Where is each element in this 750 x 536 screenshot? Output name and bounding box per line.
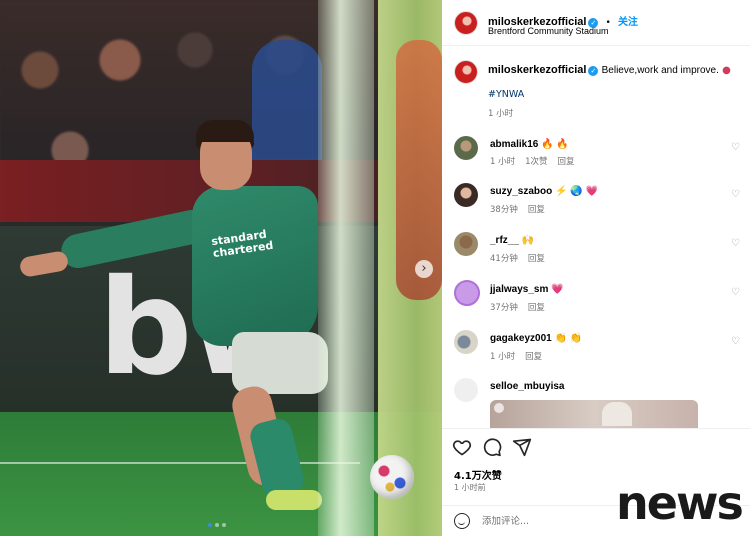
- post-time: 1 小时前: [454, 483, 486, 492]
- reply-button[interactable]: 回复: [525, 350, 542, 362]
- commenter-avatar[interactable]: [454, 183, 478, 207]
- commenter-avatar[interactable]: [454, 232, 478, 256]
- caption-avatar[interactable]: [454, 60, 478, 84]
- next-image-button[interactable]: ›: [415, 260, 433, 278]
- caption-text: Believe,work and improve.: [601, 65, 719, 76]
- post-header: miloskerkezofficial ✓ • 关注 Brentford Comm…: [442, 0, 750, 46]
- commenter-username[interactable]: _rfz__ 🙌: [490, 235, 534, 246]
- comment-meta: 41分钟 回复: [490, 252, 545, 264]
- like-count[interactable]: 4.1万次赞: [454, 467, 502, 482]
- globe-icon: [494, 403, 504, 413]
- hashtag-link[interactable]: #YNWA: [488, 89, 524, 100]
- comment-meta: 1 小时 回复: [490, 350, 542, 362]
- share-icon[interactable]: [512, 437, 532, 457]
- comment-time: 37分钟: [490, 303, 518, 313]
- preview-figure: [602, 402, 632, 426]
- comment-input[interactable]: [482, 512, 632, 530]
- author-avatar[interactable]: [454, 11, 478, 35]
- comment-meta: 37分钟 回复: [490, 301, 545, 313]
- carousel-dot[interactable]: [215, 523, 219, 527]
- reply-button[interactable]: 回复: [558, 155, 575, 167]
- like-comment-icon[interactable]: ♡: [731, 287, 740, 298]
- watermark-logo: news: [616, 476, 744, 530]
- post-sidebar: miloskerkezofficial ✓ • 关注 Brentford Comm…: [442, 0, 750, 536]
- carousel-dot[interactable]: [222, 523, 226, 527]
- caption-username[interactable]: miloskerkezofficial: [488, 64, 586, 76]
- like-comment-icon[interactable]: ♡: [731, 336, 740, 347]
- goal-post: [318, 0, 374, 536]
- player-boot: [266, 490, 322, 510]
- post-location[interactable]: Brentford Community Stadium: [488, 26, 609, 36]
- verified-icon: ✓: [588, 66, 599, 76]
- commenter-avatar[interactable]: [454, 280, 480, 306]
- player-shirt: [192, 186, 318, 346]
- reply-button[interactable]: 回复: [528, 203, 545, 215]
- like-comment-icon[interactable]: ♡: [731, 238, 740, 249]
- emoji-icon[interactable]: [454, 513, 470, 529]
- like-comment-icon[interactable]: ♡: [731, 189, 740, 200]
- commenter-username[interactable]: selloe_mbuyisa: [490, 381, 564, 392]
- football: [370, 455, 414, 499]
- pitch-line: [0, 462, 360, 464]
- follow-button[interactable]: 关注: [618, 17, 638, 28]
- post-photo[interactable]: bw standard chartered ›: [0, 0, 442, 536]
- comment-likes[interactable]: 1次赞: [525, 155, 547, 167]
- reply-button[interactable]: 回复: [528, 252, 545, 264]
- commenter-username[interactable]: gagakeyz001 👏 👏: [490, 333, 582, 344]
- commenter-username[interactable]: abmalik16 🔥 🔥: [490, 139, 569, 150]
- comment-time: 38分钟: [490, 205, 518, 215]
- carousel-dot[interactable]: [208, 523, 212, 527]
- commenter-username[interactable]: suzy_szaboo ⚡ 🌏 💗: [490, 186, 598, 197]
- comment-image-preview[interactable]: [490, 400, 698, 428]
- comment-time: 1 小时: [490, 352, 516, 362]
- comment-time: 41分钟: [490, 254, 518, 264]
- comment-meta: 38分钟 回复: [490, 203, 545, 215]
- comment-icon[interactable]: [482, 437, 502, 457]
- commenter-avatar[interactable]: [454, 136, 478, 160]
- heart-icon[interactable]: [452, 437, 472, 457]
- heart-emoji: ●: [722, 65, 731, 76]
- comment-meta: 1 小时 1次赞 回复: [490, 155, 575, 167]
- commenter-avatar[interactable]: [454, 378, 478, 402]
- like-comment-icon[interactable]: ♡: [731, 142, 740, 153]
- player-hair-top: [196, 120, 254, 142]
- comment-time: 1 小时: [490, 157, 516, 167]
- player-shorts: [232, 332, 328, 394]
- carousel-dots: [208, 523, 226, 527]
- commenter-username[interactable]: jjalways_sm 💗: [490, 284, 564, 295]
- commenter-avatar[interactable]: [454, 330, 478, 354]
- reply-button[interactable]: 回复: [528, 301, 545, 313]
- caption-time: 1 小时: [488, 109, 514, 119]
